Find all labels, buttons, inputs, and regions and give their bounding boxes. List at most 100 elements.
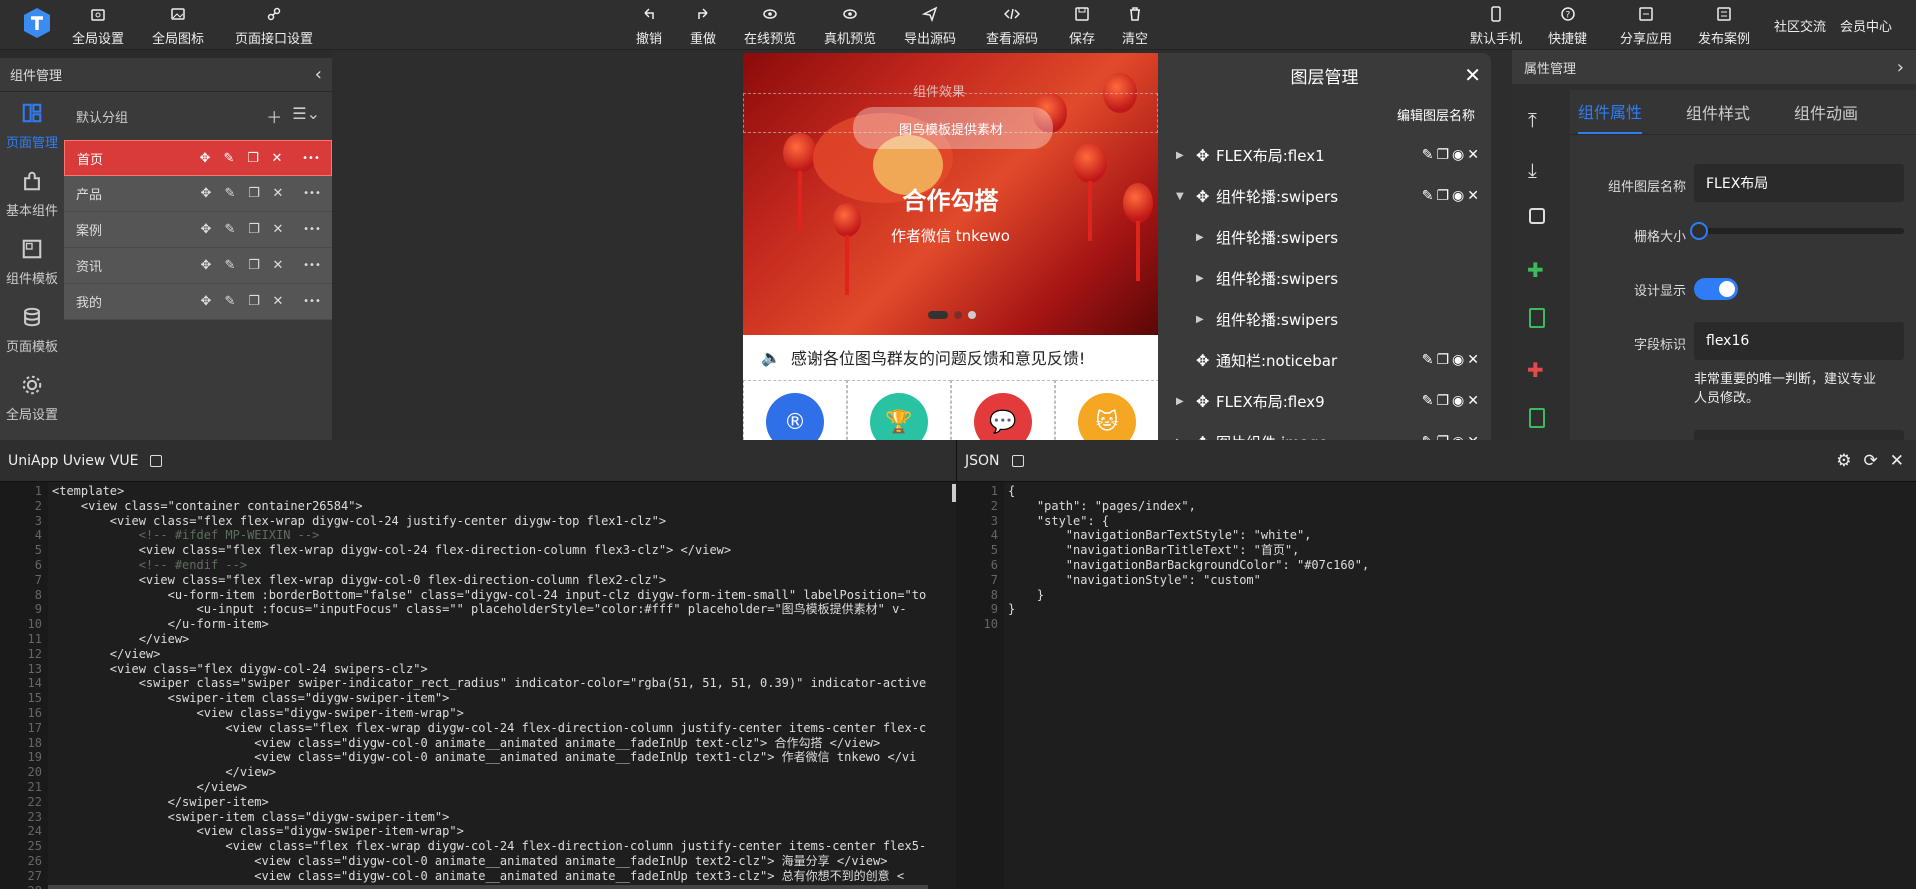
toolbar-button-link-right5[interactable]: 会员中心	[1840, 16, 1892, 35]
more-icon[interactable]: •••	[302, 150, 320, 166]
toolbar-button-share-right2[interactable]: 分享应用	[1620, 6, 1672, 47]
close-icon[interactable]: ✕	[1467, 147, 1479, 163]
refresh-icon[interactable]: ⟳	[1864, 451, 1878, 471]
close-icon[interactable]: ✕	[1464, 63, 1481, 87]
copy-icon[interactable]: ❐	[246, 186, 262, 202]
close-icon[interactable]: ✕	[1890, 451, 1904, 471]
caret-right-icon[interactable]: ▶	[1196, 273, 1204, 284]
remove-component-icon[interactable]: ✚	[1527, 358, 1544, 382]
left-nav-item-1[interactable]: 基本组件	[0, 160, 64, 228]
layer-row[interactable]: ▼ ✥ 组件轮播:swipers ✎ ❐ ◉ ✕	[1158, 176, 1491, 216]
move-icon[interactable]: ✥	[198, 258, 214, 274]
caret-right-icon[interactable]: ▶	[1176, 396, 1184, 407]
move-icon[interactable]: ✥	[198, 294, 214, 310]
add-doc-icon[interactable]	[1529, 408, 1545, 428]
edit-icon[interactable]: ✎	[1422, 393, 1434, 409]
caret-right-icon[interactable]: ▶	[1196, 314, 1204, 325]
horizontal-scrollbar[interactable]	[48, 885, 928, 889]
layer-row[interactable]: ▶ ✥ FLEX布局:flex9 ✎ ❐ ◉ ✕	[1158, 381, 1491, 421]
copy-icon[interactable]	[150, 454, 163, 467]
delete-icon[interactable]: ✕	[270, 186, 286, 202]
move-icon[interactable]: ✥	[1196, 146, 1209, 165]
edit-icon[interactable]: ✎	[222, 222, 238, 238]
caret-down-icon[interactable]: ▼	[1176, 191, 1184, 202]
edit-icon[interactable]: ✎	[1422, 147, 1434, 163]
caret-right-icon[interactable]: ▶	[1196, 232, 1204, 243]
edit-layer-name-button[interactable]: 编辑图层名称	[1397, 105, 1475, 124]
edit-icon[interactable]: ✎	[1422, 352, 1434, 368]
layer-name-input[interactable]: FLEX布局	[1694, 164, 1904, 202]
json-code-editor[interactable]: JSON ⚙ ⟳ ✕ 1 2 3 4 5 6 7 8 9 10 { "path": "pages/…	[956, 440, 1916, 889]
page-row[interactable]: 案例 ✥ ✎ ❐ ✕ •••	[64, 212, 332, 248]
collapse-icon[interactable]: ‹	[315, 64, 322, 85]
toolbar-button-undo-center0[interactable]: 撤销	[636, 6, 662, 47]
caret-right-icon[interactable]: ▶	[1176, 150, 1184, 161]
left-nav-item-3[interactable]: 页面模板	[0, 296, 64, 364]
copy-icon[interactable]: ❐	[1436, 352, 1449, 368]
add-component-icon[interactable]: ✚	[1527, 258, 1544, 282]
move-icon[interactable]: ✥	[1196, 187, 1209, 206]
swiper-indicator[interactable]	[928, 311, 976, 319]
move-top-icon[interactable]: ⤒	[1528, 108, 1537, 132]
grid-size-slider[interactable]	[1690, 222, 1904, 240]
page-row[interactable]: 我的 ✥ ✎ ❐ ✕ •••	[64, 284, 332, 320]
search-bar[interactable]: 图鸟模板提供素材	[853, 107, 1053, 149]
layer-row[interactable]: ▶ ✥ FLEX布局:flex1 ✎ ❐ ◉ ✕	[1158, 135, 1491, 175]
settings-icon[interactable]: ⚙	[1836, 451, 1851, 471]
toolbar-button-phone-right0[interactable]: 默认手机	[1470, 6, 1522, 47]
add-icon[interactable]: ＋	[266, 104, 282, 128]
eye-icon[interactable]: ◉	[1452, 188, 1464, 204]
layer-row[interactable]: ▶ 组件轮播:swipers	[1158, 217, 1491, 257]
toolbar-button-publish-right3[interactable]: 发布案例	[1698, 6, 1750, 47]
phone-preview[interactable]: 组件效果 图鸟模板提供素材 合作勾搭 作者微信 tnkewo 🔈 感谢各位图鸟群…	[743, 53, 1158, 440]
more-icon[interactable]: •••	[303, 222, 321, 238]
edit-icon[interactable]: ✎	[1422, 188, 1434, 204]
left-nav-item-2[interactable]: 组件模板	[0, 228, 64, 296]
layer-row[interactable]: ▶ 组件轮播:swipers	[1158, 258, 1491, 298]
toolbar-button-eye-center3[interactable]: 真机预览	[824, 6, 876, 47]
left-nav-item-0[interactable]: 页面管理	[0, 92, 64, 160]
copy-icon[interactable]: ❐	[246, 258, 262, 274]
list-icon[interactable]: ☰⌄	[292, 104, 320, 128]
copy-icon[interactable]: ❐	[246, 294, 262, 310]
more-icon[interactable]: •••	[303, 294, 321, 310]
edit-icon[interactable]: ✎	[222, 186, 238, 202]
eye-icon[interactable]: ◉	[1452, 393, 1464, 409]
copy-icon[interactable]: ❐	[1436, 147, 1449, 163]
close-icon[interactable]: ✕	[1467, 393, 1479, 409]
toolbar-button-api-left2[interactable]: 页面接口设置	[235, 6, 313, 47]
move-icon[interactable]: ✥	[198, 186, 214, 202]
edit-icon[interactable]: ✎	[222, 258, 238, 274]
slider-thumb[interactable]	[1690, 222, 1708, 240]
copy-icon[interactable]: ❐	[245, 150, 261, 166]
tab-component-animation[interactable]: 组件动画	[1794, 90, 1858, 134]
close-icon[interactable]: ✕	[1467, 188, 1479, 204]
doc-icon[interactable]	[1529, 308, 1545, 328]
move-icon[interactable]: ✥	[1196, 351, 1209, 370]
code-lines[interactable]: <template> <view class="container contai…	[52, 484, 956, 889]
tab-component-style[interactable]: 组件样式	[1686, 90, 1750, 134]
code-lines[interactable]: { "path": "pages/index", "style": { "nav…	[1008, 484, 1916, 889]
toolbar-button-eye-center2[interactable]: 在线预览	[744, 6, 796, 47]
toolbar-button-settings-left0[interactable]: 全局设置	[72, 6, 124, 47]
layer-row[interactable]: ✥ 通知栏:noticebar ✎ ❐ ◉ ✕	[1158, 340, 1491, 380]
toolbar-button-save-center6[interactable]: 保存	[1069, 6, 1095, 47]
delete-icon[interactable]: ✕	[269, 150, 285, 166]
vue-code-editor[interactable]: UniApp Uview VUE 1 2 3 4 5 6 7 8 9 10 11 12 13 14 15 16…	[0, 440, 956, 889]
toolbar-button-link-right4[interactable]: 社区交流	[1774, 16, 1826, 35]
more-icon[interactable]: •••	[303, 258, 321, 274]
copy-icon[interactable]: ❐	[246, 222, 262, 238]
delete-icon[interactable]: ✕	[270, 258, 286, 274]
delete-icon[interactable]: ✕	[270, 294, 286, 310]
toolbar-button-image-left1[interactable]: 全局图标	[152, 6, 204, 47]
edit-icon[interactable]: ✎	[221, 150, 237, 166]
eye-icon[interactable]: ◉	[1452, 147, 1464, 163]
copy-icon[interactable]	[1011, 454, 1024, 467]
design-display-toggle[interactable]	[1694, 278, 1738, 300]
page-row[interactable]: 资讯 ✥ ✎ ❐ ✕ •••	[64, 248, 332, 284]
swiper-banner[interactable]: 组件效果 图鸟模板提供素材 合作勾搭 作者微信 tnkewo	[743, 53, 1158, 335]
move-icon[interactable]: ✥	[198, 222, 214, 238]
copy-icon[interactable]: ❐	[1436, 393, 1449, 409]
copy-icon[interactable]: ❐	[1436, 188, 1449, 204]
delete-icon[interactable]: ✕	[270, 222, 286, 238]
